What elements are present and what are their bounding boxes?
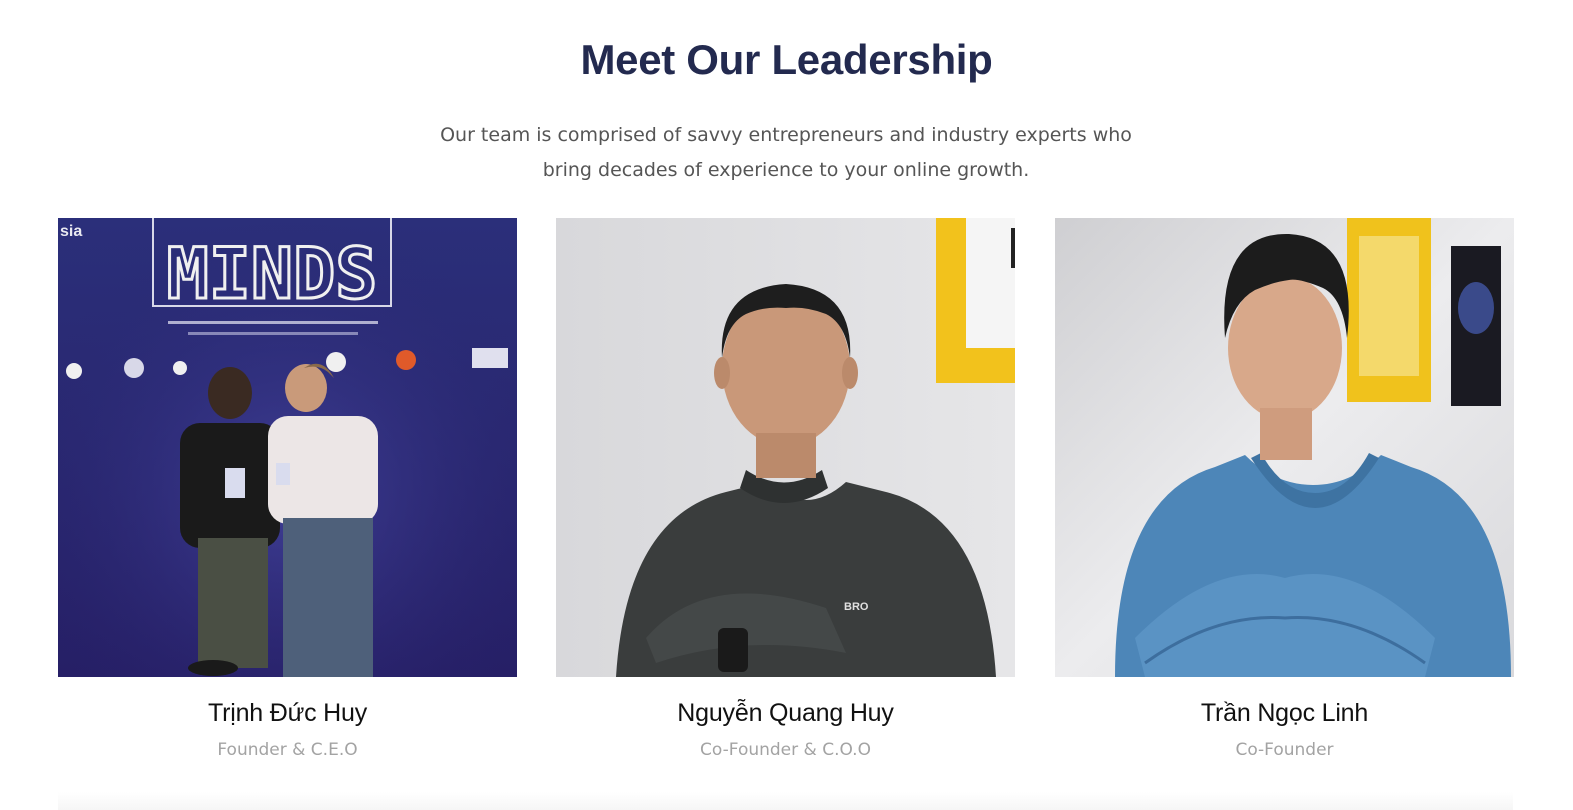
team-photo-1: MINDS sia bbox=[58, 218, 517, 677]
team-member-role: Co-Founder bbox=[1235, 740, 1334, 760]
team-photo-2: BRO bbox=[556, 218, 1015, 677]
banner-text: MINDS bbox=[167, 233, 378, 315]
team-card-2: BRO Nguyễn Quang Huy Co-Founder & C.O.O bbox=[556, 218, 1015, 760]
svg-text:sia: sia bbox=[60, 223, 82, 240]
team-member-name: Trần Ngọc Linh bbox=[1200, 699, 1369, 727]
team-member-role: Co-Founder & C.O.O bbox=[700, 740, 871, 760]
svg-text:BRO: BRO bbox=[844, 601, 869, 613]
section-title: Meet Our Leadership bbox=[580, 36, 993, 83]
team-member-name: Nguyễn Quang Huy bbox=[677, 699, 894, 727]
section-divider bbox=[58, 792, 1513, 810]
section-subtitle: Our team is comprised of savvy entrepren… bbox=[440, 124, 1132, 181]
team-card-3: Trần Ngọc Linh Co-Founder bbox=[1055, 218, 1514, 760]
team-photo-3 bbox=[1055, 218, 1514, 677]
team-member-role: Founder & C.E.O bbox=[217, 740, 358, 760]
team-member-name: Trịnh Đức Huy bbox=[207, 699, 368, 727]
leadership-section: Meet Our Leadership Our team is comprise… bbox=[0, 0, 1573, 810]
team-card-1: MINDS sia Trịnh Đức Huy Founder & C.E.O bbox=[58, 218, 517, 760]
